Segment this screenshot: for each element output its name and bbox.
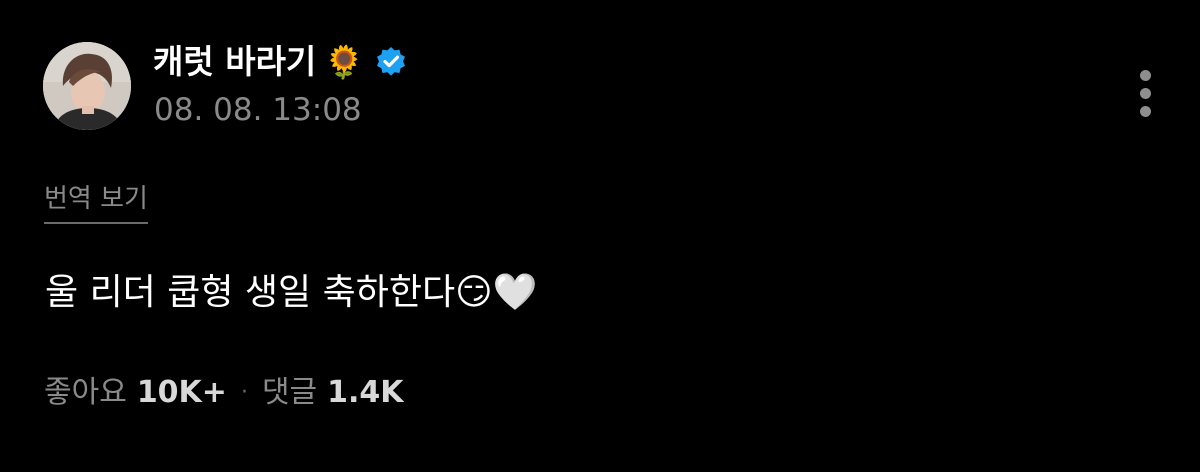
more-options-button[interactable]	[1126, 64, 1166, 124]
post-card: 캐럿 바라기 🌻 08. 08. 13:08 번역 보기 울 리더 쿱형 생일 …	[0, 0, 1200, 472]
more-vertical-icon-dot	[1140, 106, 1151, 117]
verified-badge-icon	[374, 45, 408, 79]
more-vertical-icon	[1140, 70, 1151, 81]
comments-count[interactable]: 1.4K	[327, 372, 403, 414]
sunflower-emoji: 🌻	[324, 43, 365, 81]
likes-label[interactable]: 좋아요	[44, 372, 127, 414]
stats-separator: ·	[240, 380, 248, 405]
author-name: 캐럿 바라기	[153, 42, 317, 81]
avatar-image	[43, 42, 131, 130]
more-vertical-icon-dot	[1140, 88, 1151, 99]
author-name-row[interactable]: 캐럿 바라기 🌻	[153, 40, 408, 84]
translate-link[interactable]: 번역 보기	[44, 181, 148, 224]
post-stats: 좋아요 10K+ · 댓글 1.4K	[44, 372, 404, 414]
author-avatar[interactable]	[43, 42, 131, 130]
likes-count[interactable]: 10K+	[137, 372, 227, 414]
comments-label[interactable]: 댓글	[262, 372, 317, 414]
post-body-text: 울 리더 쿱형 생일 축하한다😏🤍	[45, 272, 538, 313]
post-timestamp: 08. 08. 13:08	[154, 92, 362, 128]
